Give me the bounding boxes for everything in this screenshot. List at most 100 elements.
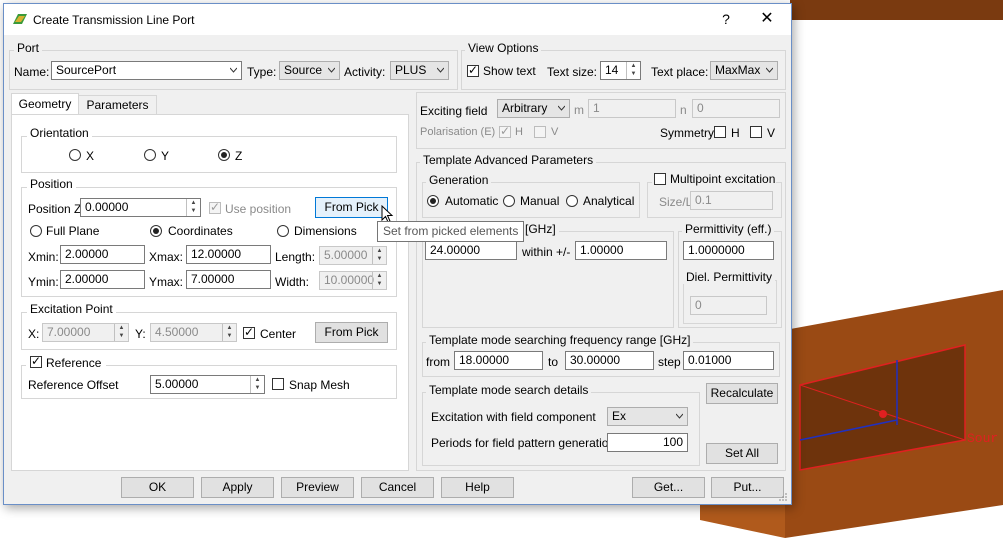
coordinates-radio[interactable]: [150, 225, 162, 237]
tab-parameters[interactable]: Parameters: [78, 95, 157, 114]
type-value: Source: [284, 63, 323, 77]
field-component-combo[interactable]: Ex: [607, 407, 688, 426]
position-z-spinbox[interactable]: 0.00000 ▲ ▼: [80, 198, 201, 217]
permittivity-input[interactable]: 1.0000000: [683, 241, 774, 260]
put-button[interactable]: Put...: [711, 477, 784, 498]
show-text-checkbox[interactable]: ✓: [467, 63, 479, 77]
polarisation-v-checkbox[interactable]: [534, 126, 546, 138]
diel-permittivity-input[interactable]: 0: [690, 296, 767, 315]
help-icon[interactable]: ?: [715, 9, 737, 29]
orientation-z-radio[interactable]: [218, 149, 230, 161]
periods-input[interactable]: 100: [607, 433, 688, 452]
get-button[interactable]: Get...: [632, 477, 705, 498]
app-icon: [13, 14, 27, 24]
size-l-input[interactable]: 0.1: [690, 191, 773, 210]
ymax-input[interactable]: 7.00000: [186, 270, 271, 289]
to-input[interactable]: 30.00000: [565, 351, 654, 370]
excitation-x-label: X:: [28, 327, 40, 341]
n-label: n: [680, 103, 687, 117]
step-input[interactable]: 0.01000: [683, 351, 774, 370]
title-bar[interactable]: Create Transmission Line Port ? ✕: [4, 4, 791, 35]
generation-manual-radio[interactable]: [503, 195, 515, 207]
center-checkbox[interactable]: ✓: [243, 325, 255, 339]
excitation-y-spinbox[interactable]: 4.50000 ▲ ▼: [150, 323, 237, 342]
text-place-combo[interactable]: MaxMax: [710, 61, 778, 80]
multipoint-checkbox[interactable]: [654, 173, 666, 185]
preview-button[interactable]: Preview: [281, 477, 354, 498]
spin-arrows-icon[interactable]: ▲ ▼: [372, 247, 386, 264]
type-combo[interactable]: Source: [279, 61, 340, 80]
spin-arrows-icon[interactable]: ▲ ▼: [222, 324, 236, 341]
symmetry-v-checkbox[interactable]: [750, 126, 762, 138]
from-input[interactable]: 18.00000: [454, 351, 543, 370]
activity-label: Activity:: [344, 65, 386, 79]
orientation-label: Orientation: [27, 126, 92, 140]
position-from-pick-button[interactable]: From Pick: [315, 197, 388, 218]
polarisation-h-checkbox[interactable]: ✓: [499, 124, 511, 138]
port-label-3d: Sour: [967, 431, 998, 446]
within-input[interactable]: 1.00000: [575, 241, 667, 260]
spin-arrows-icon[interactable]: ▲ ▼: [626, 62, 640, 79]
chevron-down-icon: [230, 67, 237, 73]
dimensions-radio[interactable]: [277, 225, 289, 237]
generation-analytical-radio[interactable]: [566, 195, 578, 207]
length-spinbox[interactable]: 5.00000 ▲ ▼: [319, 246, 387, 265]
help-button[interactable]: Help: [441, 477, 514, 498]
recalculate-button[interactable]: Recalculate: [706, 383, 778, 404]
reference-offset-spinbox[interactable]: 5.00000 ▲ ▼: [150, 375, 265, 394]
excitation-from-pick-button[interactable]: From Pick: [315, 322, 388, 343]
tab-geometry[interactable]: Geometry: [11, 93, 79, 114]
activity-value: PLUS: [395, 63, 427, 77]
name-combo[interactable]: SourcePort: [51, 61, 242, 80]
ymin-input[interactable]: 2.00000: [60, 270, 145, 289]
xmax-input[interactable]: 12.00000: [186, 245, 271, 264]
use-position-checkbox[interactable]: ✓: [209, 200, 221, 214]
create-transmission-line-port-dialog: Create Transmission Line Port ? ✕ Port N…: [3, 3, 792, 505]
size-l-label: Size/L: [659, 195, 693, 209]
from-label: from: [426, 355, 450, 369]
orientation-y-radio[interactable]: [144, 149, 156, 161]
permittivity-label: Permittivity (eff.): [682, 222, 775, 236]
excitation-x-value: 7.00000: [47, 325, 91, 339]
port-group-label: Port: [14, 41, 43, 55]
generation-analytical-label: Analytical: [583, 194, 635, 208]
m-input[interactable]: 1: [588, 99, 676, 118]
full-plane-radio[interactable]: [30, 225, 42, 237]
spin-arrows-icon[interactable]: ▲ ▼: [250, 376, 264, 393]
text-size-value: 14: [605, 63, 619, 77]
position-z-value: 0.00000: [85, 200, 129, 214]
set-all-button[interactable]: Set All: [706, 443, 778, 464]
orientation-x-radio[interactable]: [69, 149, 81, 161]
length-label: Length:: [275, 250, 316, 264]
generation-label: Generation: [426, 173, 492, 187]
frequency-input[interactable]: 24.00000: [425, 241, 517, 260]
name-label: Name:: [14, 65, 50, 79]
chevron-down-icon: [676, 413, 683, 419]
close-icon[interactable]: ✕: [756, 9, 778, 29]
generation-automatic-radio[interactable]: [427, 195, 439, 207]
spin-arrows-icon[interactable]: ▲ ▼: [114, 324, 128, 341]
to-label: to: [548, 355, 559, 369]
snap-mesh-checkbox[interactable]: [272, 378, 284, 390]
text-size-spinbox[interactable]: 14 ▲ ▼: [600, 61, 641, 80]
activity-combo[interactable]: PLUS: [390, 61, 449, 80]
width-spinbox[interactable]: 10.00000 ▲ ▼: [319, 271, 387, 290]
resize-grip-icon[interactable]: [778, 492, 788, 502]
full-plane-label: Full Plane: [46, 224, 100, 238]
exciting-field-combo[interactable]: Arbitrary: [497, 99, 570, 118]
generation-automatic-label: Automatic: [445, 194, 499, 208]
xmin-input[interactable]: 2.00000: [60, 245, 145, 264]
dimensions-label: Dimensions: [294, 224, 357, 238]
spin-arrows-icon[interactable]: ▲ ▼: [372, 272, 386, 289]
ok-button[interactable]: OK: [121, 477, 194, 498]
spin-arrows-icon[interactable]: ▲ ▼: [186, 199, 200, 216]
reference-checkbox[interactable]: ✓: [30, 354, 42, 368]
chevron-down-icon: [766, 67, 773, 73]
excitation-x-spinbox[interactable]: 7.00000 ▲ ▼: [42, 323, 129, 342]
symmetry-label: Symmetry: [660, 126, 714, 140]
n-input[interactable]: 0: [692, 99, 780, 118]
cancel-button[interactable]: Cancel: [361, 477, 434, 498]
symmetry-h-checkbox[interactable]: [714, 126, 726, 138]
apply-button[interactable]: Apply: [201, 477, 274, 498]
length-value: 5.00000: [324, 248, 368, 262]
